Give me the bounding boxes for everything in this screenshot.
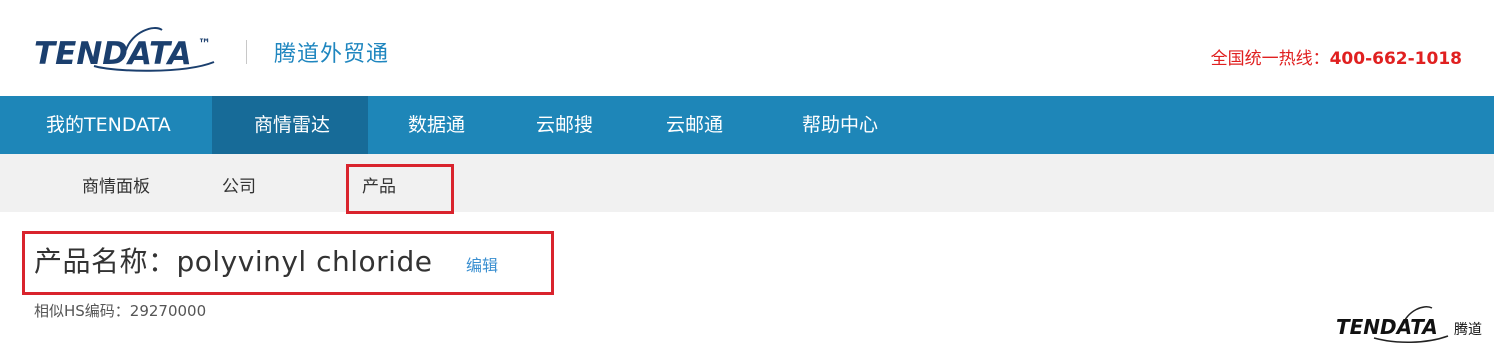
main-nav: 我的TENDATA 商情雷达 数据通 云邮搜 云邮通 帮助中心	[0, 96, 1494, 154]
product-title: 产品名称：polyvinyl chloride	[34, 245, 433, 278]
tendata-logo[interactable]: TENDATA ™	[34, 22, 234, 78]
hotline-number: 400-662-1018	[1329, 49, 1462, 69]
nav-item-help-center[interactable]: 帮助中心	[766, 96, 926, 154]
nav-item-my-tendata[interactable]: 我的TENDATA	[0, 96, 212, 154]
nav-item-cloud-mail[interactable]: 云邮通	[634, 96, 766, 154]
hotline-label: 全国统一热线：	[1210, 49, 1330, 69]
watermark-logo-text: TENDATA	[1336, 315, 1438, 339]
trademark-mark: ™	[198, 37, 211, 52]
product-name: 腾道外贸通	[274, 42, 390, 67]
nav-item-cloud-mail-search[interactable]: 云邮搜	[506, 96, 634, 154]
subnav-item-dashboard[interactable]: 商情面板	[82, 172, 150, 197]
edit-link[interactable]: 编辑	[466, 252, 498, 276]
logo-text: TENDATA	[34, 36, 192, 72]
hs-code: 相似HS编码：29270000	[34, 302, 207, 320]
header: TENDATA ™ 腾道外贸通 全国统一热线：400-662-1018	[0, 0, 1494, 96]
nav-item-market-radar[interactable]: 商情雷达	[212, 96, 368, 154]
sub-nav: 商情面板 公司 产品	[0, 154, 1494, 212]
watermark-brand-cn: 腾道	[1454, 321, 1482, 338]
nav-item-data-link[interactable]: 数据通	[368, 96, 506, 154]
watermark-logo: TENDATA 腾道	[1336, 302, 1486, 348]
product-title-row: 产品名称：polyvinyl chloride 编辑	[34, 240, 498, 280]
hotline: 全国统一热线：400-662-1018	[1211, 44, 1462, 69]
product-tab-highlight	[346, 164, 454, 214]
subnav-item-company[interactable]: 公司	[222, 172, 256, 197]
logo-divider	[246, 40, 247, 64]
